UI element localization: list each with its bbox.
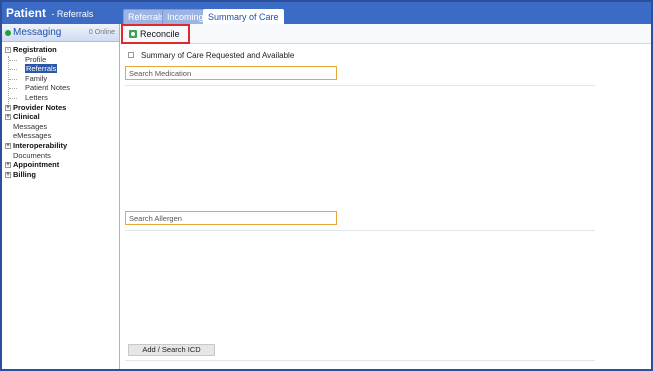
divider	[125, 230, 595, 231]
expand-icon[interactable]: +	[5, 162, 11, 169]
nav-documents[interactable]: Documents	[2, 151, 119, 161]
collapse-icon[interactable]: -	[5, 47, 11, 53]
nav-tree: - Registration Profile Referrals Family …	[2, 42, 119, 179]
expand-icon[interactable]: +	[5, 142, 11, 149]
divider	[125, 85, 595, 86]
sidebar: Messaging 0 Online - Registration Profil…	[2, 24, 120, 369]
toolbar: Reconcile	[121, 24, 651, 44]
nav-billing[interactable]: + Billing	[2, 170, 119, 180]
search-medication-input[interactable]	[125, 66, 337, 80]
divider	[125, 360, 595, 361]
reconcile-icon	[129, 30, 137, 38]
nav-emessages[interactable]: eMessages	[2, 131, 119, 141]
search-allergen-input[interactable]	[125, 211, 337, 225]
nav-profile[interactable]: Profile	[2, 55, 119, 65]
add-search-icd-button[interactable]: Add / Search ICD	[128, 344, 215, 356]
nav-letters[interactable]: Letters	[2, 93, 119, 103]
main-content: Reconcile Summary of Care Requested and …	[121, 24, 651, 369]
nav-appointment[interactable]: + Appointment	[2, 160, 119, 170]
tab-incoming[interactable]: Incoming	[162, 9, 209, 24]
reconcile-button[interactable]: Reconcile	[121, 24, 190, 44]
nav-provider-notes[interactable]: + Provider Notes	[2, 103, 119, 113]
page-title: Patient - Referrals	[6, 6, 93, 20]
nav-family[interactable]: Family	[2, 74, 119, 84]
nav-clinical[interactable]: + Clinical	[2, 112, 119, 122]
summary-of-care-label: Summary of Care Requested and Available	[141, 51, 295, 60]
page-subtitle: - Referrals	[51, 9, 94, 19]
nav-registration[interactable]: - Registration	[2, 45, 119, 55]
app-header: Patient - Referrals Referrals Incoming S…	[2, 2, 651, 26]
summary-of-care-checkbox[interactable]	[128, 52, 134, 58]
nav-patient-notes[interactable]: Patient Notes	[2, 83, 119, 93]
sidebar-title: Messaging	[13, 27, 62, 38]
expand-icon[interactable]: +	[5, 171, 11, 178]
expand-icon[interactable]: +	[5, 104, 11, 111]
summary-of-care-option: Summary of Care Requested and Available	[128, 51, 294, 60]
nav-referrals[interactable]: Referrals	[2, 64, 119, 74]
online-count: 0 Online	[88, 29, 115, 36]
expand-icon[interactable]: +	[5, 114, 11, 121]
nav-messages[interactable]: Messages	[2, 122, 119, 132]
nav-interoperability[interactable]: + Interoperability	[2, 141, 119, 151]
online-status-icon	[5, 30, 11, 36]
page-title-text: Patient	[6, 6, 47, 20]
reconcile-label: Reconcile	[140, 29, 180, 39]
sidebar-header[interactable]: Messaging 0 Online	[2, 24, 119, 42]
